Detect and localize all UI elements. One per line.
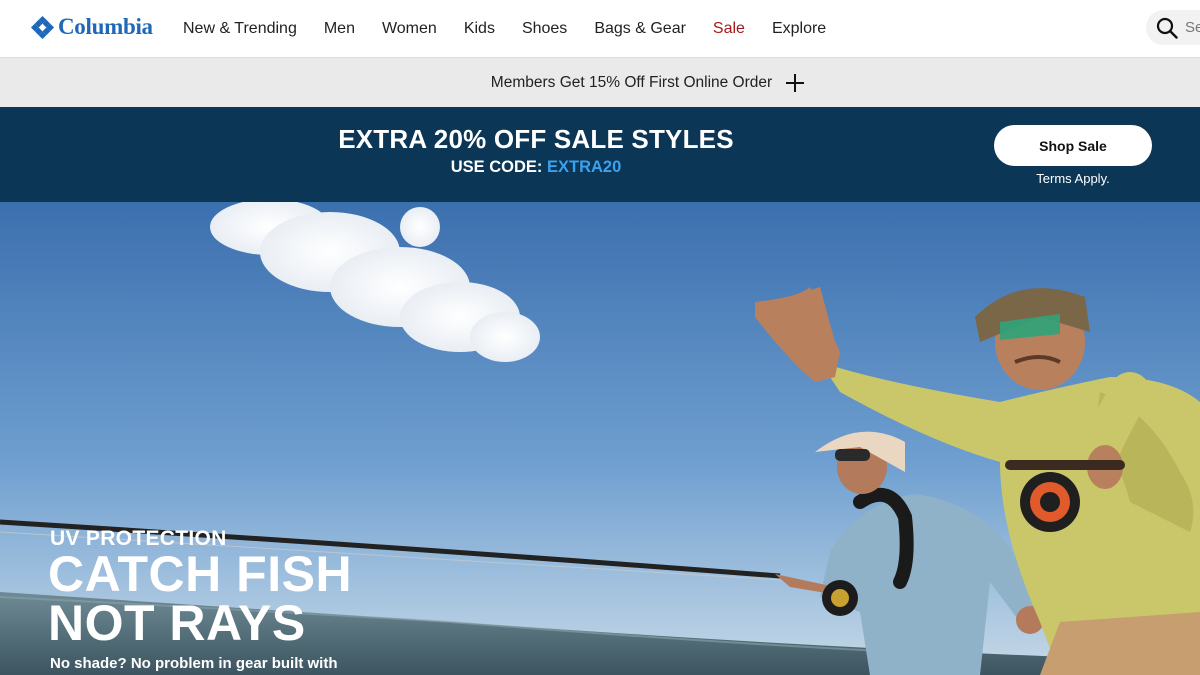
- shop-sale-button[interactable]: Shop Sale: [994, 125, 1152, 166]
- hero-title-line-1: CATCH FISH: [48, 546, 353, 602]
- search-icon: [1156, 17, 1178, 39]
- member-offer-text: Members Get 15% Off First Online Order: [490, 73, 773, 91]
- nav-sale[interactable]: Sale: [713, 20, 745, 38]
- hero-title-line-2: NOT RAYS: [48, 595, 306, 651]
- promo-code: EXTRA20: [546, 158, 622, 176]
- site-header: Columbia New & Trending Men Women Kids S…: [0, 0, 1200, 57]
- search-input[interactable]: Se: [1146, 10, 1200, 45]
- promo-code-line: USE CODE: EXTRA20: [300, 158, 772, 177]
- terms-link[interactable]: Terms Apply.: [994, 171, 1152, 186]
- nav-explore[interactable]: Explore: [772, 20, 826, 38]
- promo-code-prefix: USE CODE:: [450, 158, 547, 176]
- plus-icon[interactable]: [786, 73, 805, 92]
- brand-name: Columbia: [58, 14, 153, 39]
- nav-women[interactable]: Women: [382, 20, 437, 38]
- nav-new-trending[interactable]: New & Trending: [183, 20, 297, 38]
- promo-banner: EXTRA 20% OFF SALE STYLES USE CODE: EXTR…: [0, 107, 1200, 202]
- columbia-diamond-logo-icon: [30, 15, 55, 39]
- nav-kids[interactable]: Kids: [464, 20, 495, 38]
- member-offer-bar[interactable]: Members Get 15% Off First Online Order: [0, 57, 1200, 107]
- nav-shoes[interactable]: Shoes: [522, 20, 567, 38]
- search-placeholder: Se: [1185, 19, 1200, 36]
- promo-headline: EXTRA 20% OFF SALE STYLES: [338, 124, 734, 154]
- main-nav: New & Trending Men Women Kids Shoes Bags…: [183, 0, 853, 57]
- hero-title: CATCH FISH NOT RAYS: [48, 546, 353, 651]
- hero-body-text: No shade? No problem in gear built with: [50, 655, 338, 672]
- hero-banner[interactable]: UV PROTECTION CATCH FISH NOT RAYS No sha…: [0, 202, 1200, 675]
- nav-men[interactable]: Men: [324, 20, 355, 38]
- nav-bags-gear[interactable]: Bags & Gear: [594, 20, 686, 38]
- columbia-logo[interactable]: Columbia: [30, 14, 153, 40]
